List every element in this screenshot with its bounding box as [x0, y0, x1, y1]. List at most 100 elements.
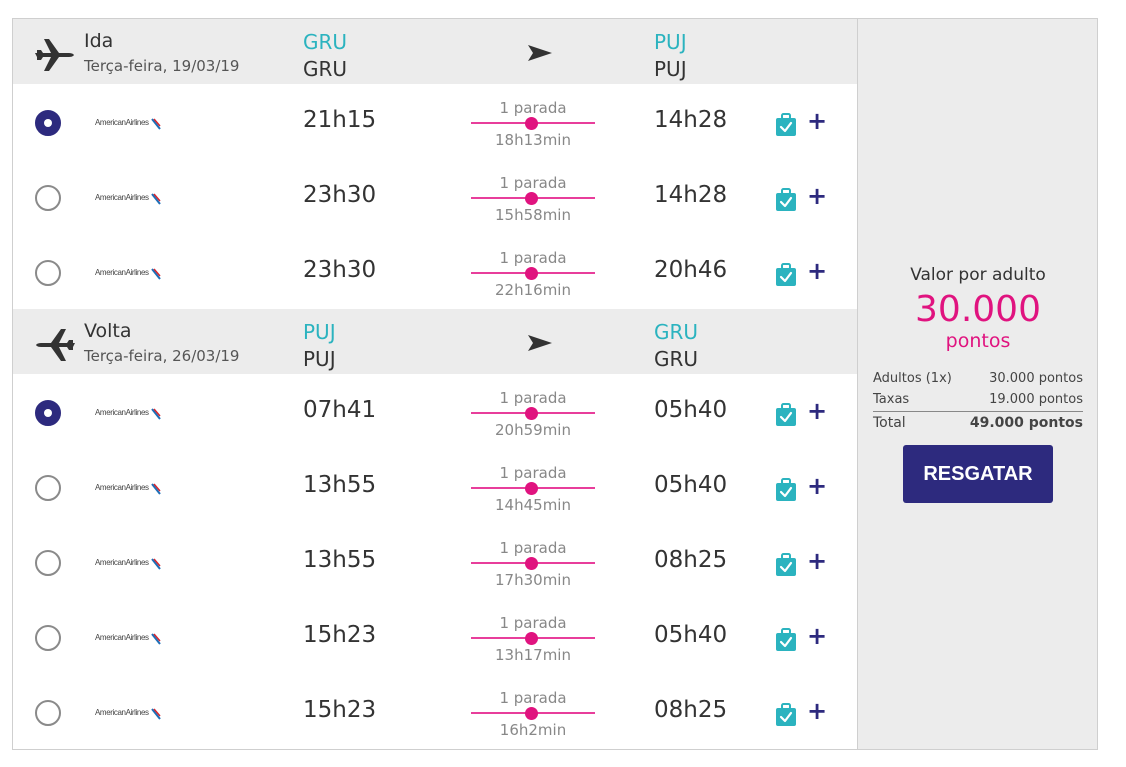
flight-radio[interactable]	[35, 475, 61, 501]
duration-label: 20h59min	[495, 421, 571, 439]
section-date: Terça-feira, 26/03/19	[84, 347, 240, 365]
summary-line-total: Total 49.000 pontos	[873, 415, 1083, 431]
arrival-time: 08h25	[654, 547, 728, 573]
plus-icon[interactable]: +	[807, 397, 827, 425]
stop-dot	[525, 192, 538, 205]
summary-line-value: 30.000 pontos	[989, 371, 1083, 386]
stops-label: 1 parada	[499, 174, 567, 192]
plane-icon	[35, 327, 75, 363]
summary-line-value: 19.000 pontos	[989, 392, 1083, 407]
flight-selection-card: Ida Terça-feira, 19/03/19 GRU GRU PUJ PUJ Amer…	[12, 18, 1098, 750]
flight-row[interactable]: AmericanAirlines 15h23 1 parada 16h2min 08h2…	[13, 675, 857, 750]
section-header-inbound: Volta Terça-feira, 26/03/19 PUJ PUJ GRU GRU	[13, 309, 857, 374]
airline-logo: AmericanAirlines	[95, 630, 165, 646]
departure-time: 15h23	[303, 697, 377, 723]
stops-label: 1 parada	[499, 689, 567, 707]
baggage-check-icon[interactable]	[775, 403, 797, 427]
airline-name: AmericanAirlines	[95, 193, 149, 202]
price-per-adult-label: Valor por adulto	[910, 265, 1046, 285]
stops-label: 1 parada	[499, 99, 567, 117]
airline-eagle-icon	[151, 265, 161, 280]
departure-time: 07h41	[303, 397, 377, 423]
stops-label: 1 parada	[499, 614, 567, 632]
airline-eagle-icon	[151, 405, 161, 420]
plus-icon[interactable]: +	[807, 547, 827, 575]
plus-icon[interactable]: +	[807, 257, 827, 285]
price-unit: pontos	[945, 330, 1011, 352]
stops-label: 1 parada	[499, 464, 567, 482]
plus-icon[interactable]: +	[807, 697, 827, 725]
flight-row[interactable]: AmericanAirlines 07h41 1 parada 20h59min 05h…	[13, 375, 857, 450]
flight-radio[interactable]	[35, 110, 61, 136]
destination-code: PUJ	[654, 30, 687, 54]
airline-eagle-icon	[151, 480, 161, 495]
airline-logo: AmericanAirlines	[95, 705, 165, 721]
origin-name: PUJ	[303, 347, 336, 371]
flight-radio[interactable]	[35, 625, 61, 651]
stop-dot	[525, 707, 538, 720]
destination-code: GRU	[654, 320, 699, 344]
airline-logo: AmericanAirlines	[95, 405, 165, 421]
flight-row[interactable]: AmericanAirlines 23h30 1 parada 22h16min 20h…	[13, 235, 857, 310]
baggage-check-icon[interactable]	[775, 553, 797, 577]
flight-row[interactable]: AmericanAirlines 15h23 1 parada 13h17min 05h…	[13, 600, 857, 675]
plus-icon[interactable]: +	[807, 107, 827, 135]
plus-icon[interactable]: +	[807, 182, 827, 210]
baggage-check-icon[interactable]	[775, 628, 797, 652]
airline-name: AmericanAirlines	[95, 633, 149, 642]
flights-panel: Ida Terça-feira, 19/03/19 GRU GRU PUJ PUJ Amer…	[13, 19, 857, 749]
section-title: Ida	[84, 30, 114, 52]
airline-eagle-icon	[151, 555, 161, 570]
airline-name: AmericanAirlines	[95, 483, 149, 492]
origin-name: GRU	[303, 57, 348, 81]
airline-logo: AmericanAirlines	[95, 190, 165, 206]
price-summary-panel: Valor por adulto 30.000 pontos Adultos (…	[857, 19, 1097, 749]
airline-eagle-icon	[151, 190, 161, 205]
summary-line-adults: Adultos (1x) 30.000 pontos	[873, 371, 1083, 386]
airline-name: AmericanAirlines	[95, 268, 149, 277]
flight-row[interactable]: AmericanAirlines 13h55 1 parada 14h45min 05h…	[13, 450, 857, 525]
baggage-check-icon[interactable]	[775, 478, 797, 502]
duration-label: 13h17min	[495, 646, 571, 664]
airline-name: AmericanAirlines	[95, 558, 149, 567]
summary-line-label: Total	[873, 415, 906, 431]
stops-label: 1 parada	[499, 249, 567, 267]
departure-time: 13h55	[303, 472, 377, 498]
flight-row[interactable]: AmericanAirlines 21h15 1 parada 18h13min 14h…	[13, 85, 857, 160]
airline-name: AmericanAirlines	[95, 118, 149, 127]
destination-name: GRU	[654, 347, 699, 371]
stop-dot	[525, 267, 538, 280]
summary-line-taxes: Taxas 19.000 pontos	[873, 392, 1083, 407]
flight-radio[interactable]	[35, 260, 61, 286]
redeem-button[interactable]: RESGATAR	[903, 445, 1053, 503]
baggage-check-icon[interactable]	[775, 703, 797, 727]
arrow-right-icon	[527, 333, 553, 353]
airline-name: AmericanAirlines	[95, 408, 149, 417]
section-header-outbound: Ida Terça-feira, 19/03/19 GRU GRU PUJ PUJ	[13, 19, 857, 84]
flight-row[interactable]: AmericanAirlines 23h30 1 parada 15h58min 14h…	[13, 160, 857, 235]
plus-icon[interactable]: +	[807, 622, 827, 650]
duration-label: 17h30min	[495, 571, 571, 589]
origin-code: GRU	[303, 30, 348, 54]
baggage-check-icon[interactable]	[775, 263, 797, 287]
price-value: 30.000	[915, 289, 1041, 330]
plus-icon[interactable]: +	[807, 472, 827, 500]
airline-logo: AmericanAirlines	[95, 265, 165, 281]
summary-line-value: 49.000 pontos	[969, 415, 1083, 431]
summary-divider	[873, 411, 1083, 412]
baggage-check-icon[interactable]	[775, 113, 797, 137]
baggage-check-icon[interactable]	[775, 188, 797, 212]
flight-radio[interactable]	[35, 550, 61, 576]
stop-dot	[525, 117, 538, 130]
summary-line-label: Adultos (1x)	[873, 371, 952, 386]
flight-radio[interactable]	[35, 700, 61, 726]
plane-icon	[35, 37, 75, 73]
duration-label: 14h45min	[495, 496, 571, 514]
duration-label: 18h13min	[495, 131, 571, 149]
flight-radio[interactable]	[35, 185, 61, 211]
destination-name: PUJ	[654, 57, 687, 81]
flight-row[interactable]: AmericanAirlines 13h55 1 parada 17h30min 08h…	[13, 525, 857, 600]
duration-label: 16h2min	[499, 721, 567, 739]
flight-radio[interactable]	[35, 400, 61, 426]
departure-time: 21h15	[303, 107, 377, 133]
